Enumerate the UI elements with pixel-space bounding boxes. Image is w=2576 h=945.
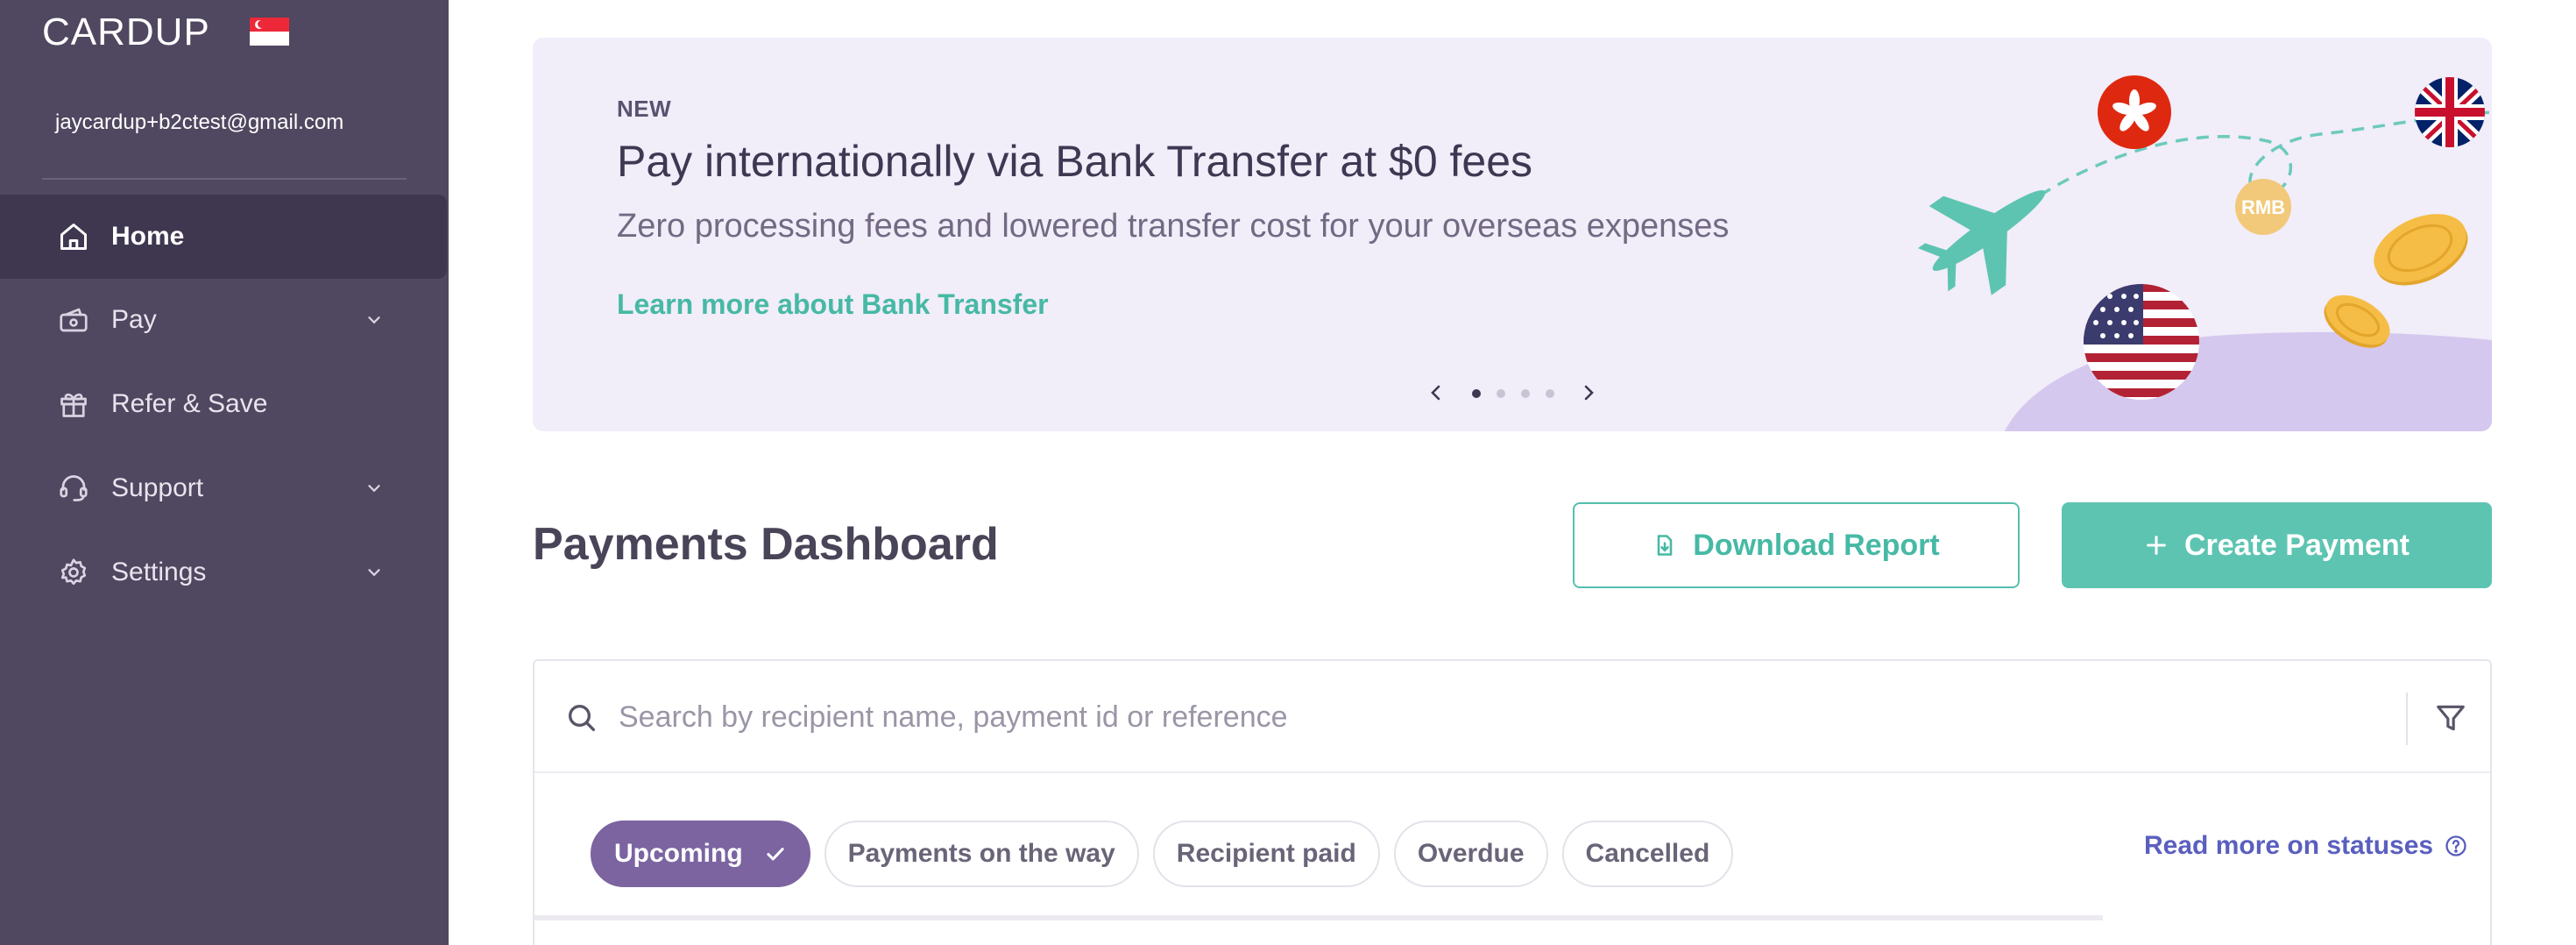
download-report-button[interactable]: Download Report: [1573, 502, 2020, 588]
help-circle-icon: [2444, 834, 2468, 858]
tab-overdue[interactable]: Overdue: [1393, 821, 1548, 887]
tab-label: Recipient paid: [1176, 839, 1356, 868]
logo-text: CARDUP: [42, 11, 210, 53]
page-title: Payments Dashboard: [533, 519, 999, 570]
status-tabs: Upcoming Payments on the way Recipient p…: [591, 821, 1734, 887]
carousel-dot[interactable]: [1497, 389, 1505, 398]
gift-icon: [55, 386, 92, 423]
download-report-label: Download Report: [1693, 528, 1940, 562]
sidebar-item-settings[interactable]: Settings: [0, 530, 449, 615]
tab-upcoming[interactable]: Upcoming: [591, 821, 810, 887]
check-icon: [764, 842, 787, 865]
sidebar-item-label: Pay: [111, 305, 157, 334]
tab-payments-on-the-way[interactable]: Payments on the way: [824, 821, 1139, 887]
search-divider: [2406, 693, 2408, 745]
create-payment-label: Create Payment: [2183, 528, 2410, 562]
sidebar-item-pay[interactable]: Pay: [0, 278, 449, 362]
banner-illustration: RMB: [1917, 75, 2492, 431]
tab-cancelled[interactable]: Cancelled: [1561, 821, 1734, 887]
carousel-dot[interactable]: [1521, 389, 1530, 398]
filter-icon[interactable]: [2434, 701, 2467, 735]
carousel-next-icon[interactable]: [1575, 380, 1602, 406]
search-icon: [564, 700, 599, 735]
pay-icon: [55, 302, 92, 338]
tab-recipient-paid[interactable]: Recipient paid: [1152, 821, 1380, 887]
tab-label: Upcoming: [614, 839, 743, 868]
download-file-icon: [1652, 533, 1677, 558]
plus-icon: [2144, 533, 2169, 558]
chevron-down-icon[interactable]: [361, 475, 387, 501]
create-payment-button[interactable]: Create Payment: [2062, 502, 2492, 588]
search-bar: [534, 661, 2490, 773]
chevron-down-icon[interactable]: [361, 307, 387, 333]
sidebar: CARDUP jaycardup+b2ctest@gmail.com Home …: [0, 0, 449, 945]
gear-icon: [55, 554, 92, 591]
rmb-badge: RMB: [2241, 196, 2285, 218]
promo-banner[interactable]: NEW Pay internationally via Bank Transfe…: [533, 38, 2492, 431]
read-more-label: Read more on statuses: [2144, 831, 2434, 860]
tab-label: Cancelled: [1585, 839, 1710, 868]
carousel-dot[interactable]: [1546, 389, 1554, 398]
user-email: jaycardup+b2ctest@gmail.com: [55, 110, 344, 134]
tab-scroll-track: [534, 915, 2103, 920]
banner-tag: NEW: [617, 96, 672, 122]
sidebar-item-support[interactable]: Support: [0, 446, 449, 530]
headset-icon: [55, 470, 92, 507]
sidebar-item-label: Refer & Save: [111, 389, 268, 418]
sidebar-item-label: Support: [111, 473, 204, 502]
hong-kong-flag-icon: [2098, 75, 2171, 149]
sidebar-item-label: Home: [111, 222, 185, 251]
banner-subtitle: Zero processing fees and lowered transfe…: [617, 208, 1730, 245]
cardup-logo[interactable]: CARDUP: [42, 11, 210, 53]
sidebar-divider: [42, 178, 407, 180]
home-icon: [55, 218, 92, 255]
read-more-statuses-link[interactable]: Read more on statuses: [2144, 831, 2468, 861]
learn-more-link[interactable]: Learn more about Bank Transfer: [617, 288, 1049, 321]
sidebar-item-refer-save[interactable]: Refer & Save: [0, 362, 449, 446]
singapore-flag-icon[interactable]: [250, 18, 289, 46]
sidebar-item-home[interactable]: Home: [0, 195, 447, 279]
carousel-dot[interactable]: [1472, 389, 1481, 398]
banner-title: Pay internationally via Bank Transfer at…: [617, 137, 1533, 186]
uk-flag-icon: [2415, 77, 2485, 147]
search-input[interactable]: [619, 693, 2362, 742]
chevron-down-icon[interactable]: [361, 559, 387, 586]
payments-list-card: Upcoming Payments on the way Recipient p…: [533, 659, 2492, 945]
tab-label: Overdue: [1417, 839, 1525, 868]
tab-label: Payments on the way: [847, 839, 1115, 868]
sidebar-item-label: Settings: [111, 558, 207, 586]
carousel-prev-icon[interactable]: [1423, 380, 1449, 406]
